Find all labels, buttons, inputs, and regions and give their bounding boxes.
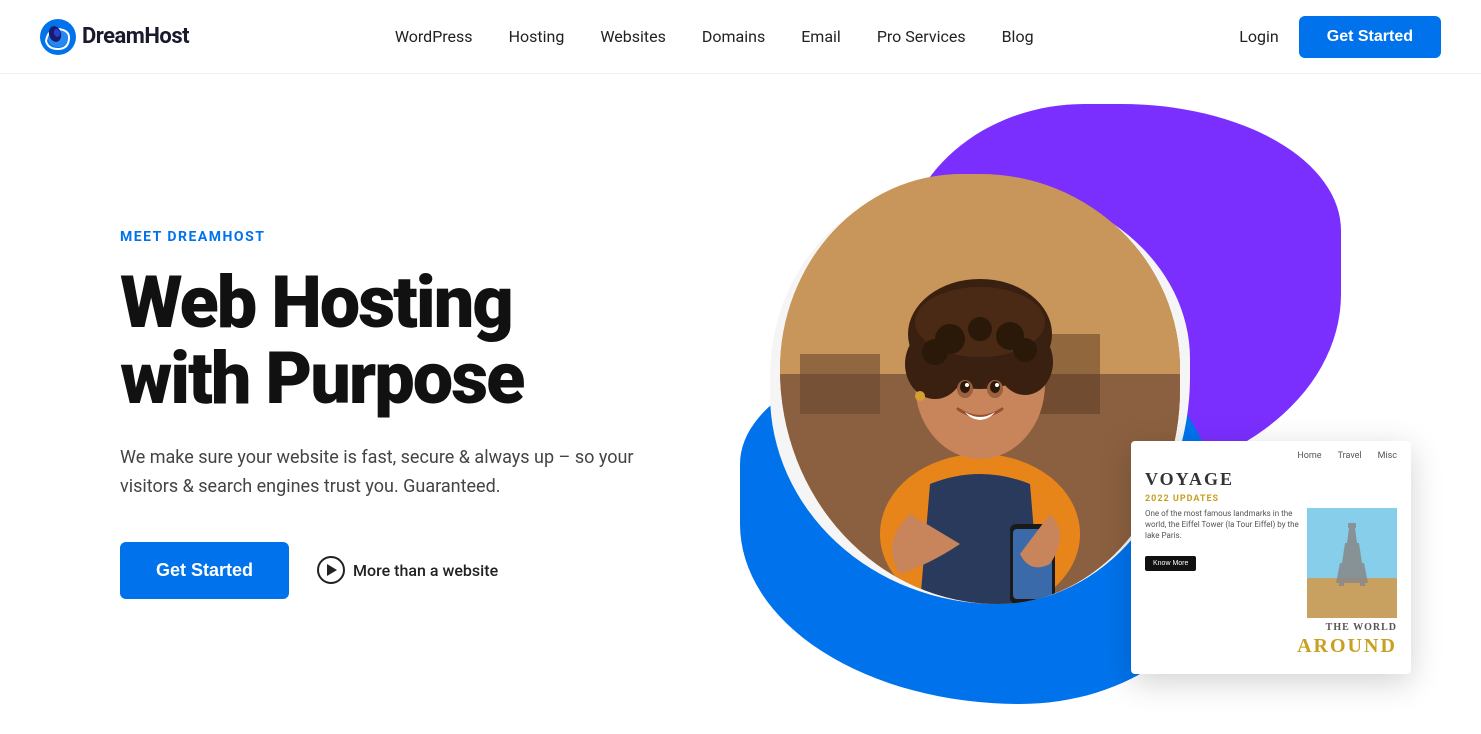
logo-text: DreamHost — [82, 24, 189, 49]
voyage-image-area: THE WORLD AROUND — [1307, 508, 1397, 658]
hero-actions: Get Started More than a website — [120, 542, 720, 599]
voyage-card: Home Travel Misc VOYAGE 2022 UPDATES One… — [1131, 441, 1411, 674]
login-link[interactable]: Login — [1239, 27, 1278, 46]
logo[interactable]: DreamHost — [40, 19, 189, 55]
voyage-around: AROUND — [1297, 635, 1397, 658]
nav-links: WordPress Hosting Websites Domains Email… — [395, 27, 1034, 46]
voyage-img-col: THE WORLD AROUND — [1307, 508, 1397, 662]
voyage-the-world: THE WORLD — [1307, 622, 1397, 633]
hero-section: MEET DREAMHOST Web Hosting with Purpose … — [0, 74, 1481, 734]
play-icon — [317, 556, 345, 584]
nav-get-started-button[interactable]: Get Started — [1299, 16, 1441, 58]
voyage-body: One of the most famous landmarks in the … — [1131, 508, 1411, 674]
nav-websites[interactable]: Websites — [600, 27, 666, 46]
voyage-title: VOYAGE — [1145, 469, 1397, 490]
voyage-text-col: One of the most famous landmarks in the … — [1145, 508, 1299, 662]
more-label: More than a website — [353, 561, 498, 580]
nav-hosting[interactable]: Hosting — [509, 27, 565, 46]
play-triangle — [327, 564, 337, 576]
hero-title: Web Hosting with Purpose — [120, 265, 720, 416]
voyage-nav: Home Travel Misc — [1145, 451, 1397, 461]
voyage-card-header: Home Travel Misc VOYAGE 2022 UPDATES — [1131, 441, 1411, 504]
voyage-tower-svg — [1307, 508, 1397, 618]
hero-visual: Home Travel Misc VOYAGE 2022 UPDATES One… — [720, 134, 1401, 694]
hero-subtitle: We make sure your website is fast, secur… — [120, 444, 640, 502]
hero-get-started-button[interactable]: Get Started — [120, 542, 289, 599]
voyage-updates: 2022 UPDATES — [1145, 494, 1397, 504]
nav-domains[interactable]: Domains — [702, 27, 765, 46]
hero-content: MEET DREAMHOST Web Hosting with Purpose … — [120, 229, 720, 599]
nav-actions: Login Get Started — [1239, 16, 1441, 58]
logo-icon — [40, 19, 76, 55]
voyage-know-more-button[interactable]: Know More — [1145, 556, 1196, 571]
more-than-website-button[interactable]: More than a website — [317, 556, 498, 584]
nav-wordpress[interactable]: WordPress — [395, 27, 473, 46]
hero-eyebrow: MEET DREAMHOST — [120, 229, 720, 245]
voyage-body-text: One of the most famous landmarks in the … — [1145, 508, 1299, 542]
nav-blog[interactable]: Blog — [1002, 27, 1034, 46]
nav-pro-services[interactable]: Pro Services — [877, 27, 966, 46]
nav-email[interactable]: Email — [801, 27, 841, 46]
main-nav: DreamHost WordPress Hosting Websites Dom… — [0, 0, 1481, 74]
